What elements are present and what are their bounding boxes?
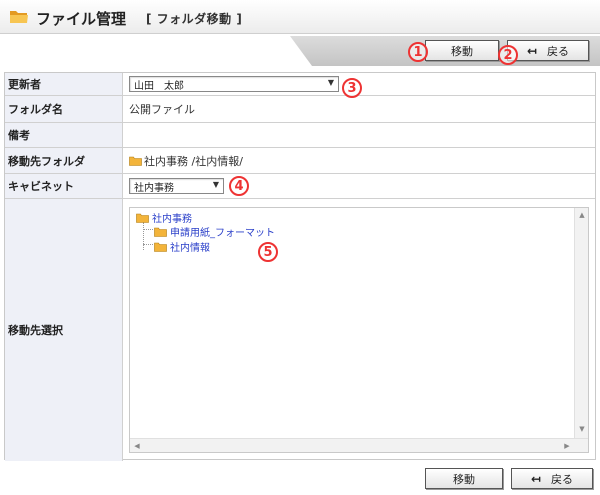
destination-folder-path: 社内事務 /社内情報/ [144, 154, 243, 168]
page-title: ファイル管理 [36, 10, 127, 28]
move-button[interactable]: 移動 [425, 40, 499, 61]
remarks-label: 備考 [5, 123, 123, 147]
folder-tree[interactable]: 社内事務 申請用紙_フォーマット 社内情報 ▲ ▼ ◀ ▶ [129, 207, 589, 453]
destination-select-label: 移動先選択 [5, 199, 123, 461]
folder-icon [136, 213, 149, 223]
tree-node-child[interactable]: 社内情報 [154, 239, 210, 254]
row-remarks: 備考 [5, 123, 595, 148]
cabinet-select[interactable]: 社内事務 ▼ [129, 178, 224, 194]
updater-value: 山田 太郎 [134, 80, 184, 92]
row-folder-name: フォルダ名 公開ファイル [5, 96, 595, 123]
row-updater: 更新者 山田 太郎 ▼ [5, 73, 595, 96]
footer-back-button[interactable]: ↤ 戻る [511, 468, 593, 489]
tree-node-root[interactable]: 社内事務 [136, 210, 192, 225]
back-button[interactable]: ↤ 戻る [507, 40, 589, 61]
dropdown-caret-icon: ▼ [212, 180, 219, 189]
folder-move-form: 更新者 山田 太郎 ▼ フォルダ名 公開ファイル 備考 移動先フォルダ 社内事務… [4, 72, 596, 461]
scroll-up-icon[interactable]: ▲ [575, 208, 589, 222]
cabinet-label: キャビネット [5, 174, 123, 198]
dropdown-caret-icon: ▼ [327, 78, 334, 87]
footer-back-label: 戻る [551, 472, 574, 486]
folder-icon [154, 227, 167, 237]
row-destination-select: 移動先選択 社内事務 申請用紙_フォーマット 社内情報 ▲ ▼ ◀ ▶ [5, 199, 595, 461]
annotation-marker-3: 3 [342, 78, 362, 98]
tree-node-label: 申請用紙_フォーマット [170, 228, 275, 239]
folder-icon [10, 11, 28, 23]
back-arrow-icon: ↤ [530, 471, 542, 486]
footer-move-button[interactable]: 移動 [425, 468, 503, 489]
remarks-value [123, 123, 595, 147]
title-bar: ファイル管理 [ フォルダ移動 ] [0, 0, 600, 34]
row-cabinet: キャビネット 社内事務 ▼ [5, 174, 595, 199]
scroll-right-icon[interactable]: ▶ [560, 439, 574, 453]
annotation-marker-5: 5 [258, 242, 278, 262]
annotation-marker-1: 1 [408, 42, 428, 62]
row-destination-folder: 移動先フォルダ 社内事務 /社内情報/ [5, 148, 595, 174]
folder-icon [154, 242, 167, 252]
annotation-marker-4: 4 [229, 176, 249, 196]
footer-move-label: 移動 [453, 472, 475, 486]
updater-select[interactable]: 山田 太郎 ▼ [129, 76, 339, 92]
updater-label: 更新者 [5, 73, 123, 95]
horizontal-scrollbar[interactable]: ◀ ▶ [130, 438, 588, 452]
scroll-down-icon[interactable]: ▼ [575, 422, 589, 436]
move-button-label: 移動 [451, 44, 473, 58]
tree-node-child[interactable]: 申請用紙_フォーマット [154, 224, 275, 239]
tree-node-label: 社内情報 [170, 243, 210, 254]
vertical-scrollbar[interactable]: ▲ ▼ [574, 208, 588, 452]
annotation-marker-2: 2 [498, 45, 518, 65]
tree-node-label: 社内事務 [152, 214, 192, 225]
back-arrow-icon: ↤ [526, 43, 538, 58]
folder-name-value: 公開ファイル [129, 103, 195, 116]
destination-folder-label: 移動先フォルダ [5, 148, 123, 173]
back-button-label: 戻る [547, 44, 570, 58]
page-subtitle: [ フォルダ移動 ] [146, 12, 243, 26]
scroll-left-icon[interactable]: ◀ [130, 439, 144, 453]
cabinet-value: 社内事務 [134, 182, 174, 194]
folder-icon [129, 156, 142, 166]
folder-name-label: フォルダ名 [5, 96, 123, 122]
